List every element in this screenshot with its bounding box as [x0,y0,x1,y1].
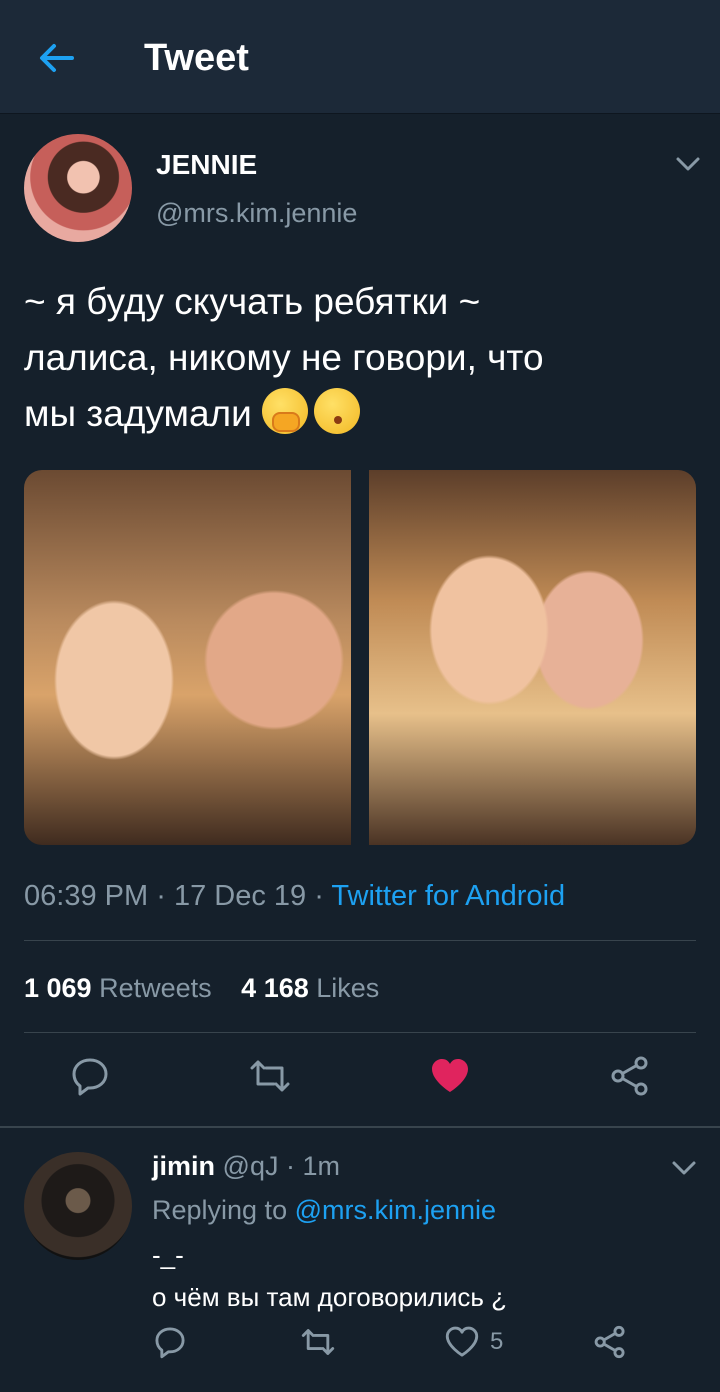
meta-separator: · [156,880,166,912]
divider [24,1032,696,1033]
retweets-count: 1 069 [24,973,92,1003]
divider [24,940,696,941]
avatar[interactable] [24,134,132,242]
heart-outline-icon [445,1326,479,1357]
tweet-time: 06:39 PM [24,880,149,912]
likes-stat[interactable]: 4 168 Likes [241,973,379,1003]
retweet-icon[interactable] [248,1054,292,1098]
meta-separator: · [285,1151,295,1181]
likes-count: 4 168 [241,973,309,1003]
top-app-bar: Tweet [0,0,720,114]
tweet-stats: 1 069 Retweets 4 168 Likes [24,970,379,1006]
reply-header: jimin @qJ · 1m [152,1148,340,1184]
retweets-label: Retweets [99,973,212,1003]
mention-link[interactable]: @mrs.kim.jennie [295,1195,496,1225]
share-button[interactable] [592,1324,628,1360]
heart-filled-icon[interactable] [428,1054,472,1098]
reply-text: -_- о чём вы там договорились ¿ [152,1240,507,1312]
tweet-actions [0,1054,720,1106]
reply-handle: @qJ [222,1151,279,1181]
tweet-date: 17 Dec 19 [173,880,307,912]
reply-button[interactable] [152,1324,188,1360]
chevron-down-icon[interactable] [672,152,704,176]
hand-over-mouth-emoji [262,388,309,434]
display-name[interactable]: JENNIE [156,148,257,182]
reply-age: 1m [302,1151,341,1181]
chevron-down-icon[interactable] [668,1156,700,1180]
replying-prefix: Replying to [152,1195,288,1225]
retweet-button[interactable] [300,1324,336,1360]
tweet-source-link[interactable]: Twitter for Android [331,880,565,912]
meta-separator: · [314,880,324,912]
share-icon[interactable] [608,1054,652,1098]
reply-icon [155,1327,185,1359]
like-button[interactable]: 5 [444,1324,503,1360]
page-title: Tweet [144,37,249,79]
replying-to: Replying to @mrs.kim.jennie [152,1192,496,1228]
reply-display-name[interactable]: jimin [152,1151,215,1181]
reply-actions: 5 [0,1324,720,1364]
user-handle[interactable]: @mrs.kim.jennie [156,196,357,230]
likes-label: Likes [316,973,380,1003]
reply-likes-count: 5 [490,1328,504,1355]
retweet-icon [301,1329,335,1355]
arrow-left-icon[interactable] [34,36,78,80]
tweet-photo-2[interactable] [369,470,696,845]
reply-icon[interactable] [68,1054,112,1098]
tweet-photo-1[interactable] [24,470,351,845]
share-icon [594,1325,625,1359]
kissing-face-emoji [314,388,361,434]
retweets-stat[interactable]: 1 069 Retweets [24,973,212,1003]
tweet-meta: 06:39 PM · 17 Dec 19 · Twitter for Andro… [24,878,565,914]
reply-tweet[interactable]: jimin @qJ · 1m Replying to @mrs.kim.jenn… [0,1128,720,1392]
tweet-text: ~ я буду скучать ребятки ~ лалиса, ником… [24,274,694,442]
avatar[interactable] [24,1152,132,1260]
